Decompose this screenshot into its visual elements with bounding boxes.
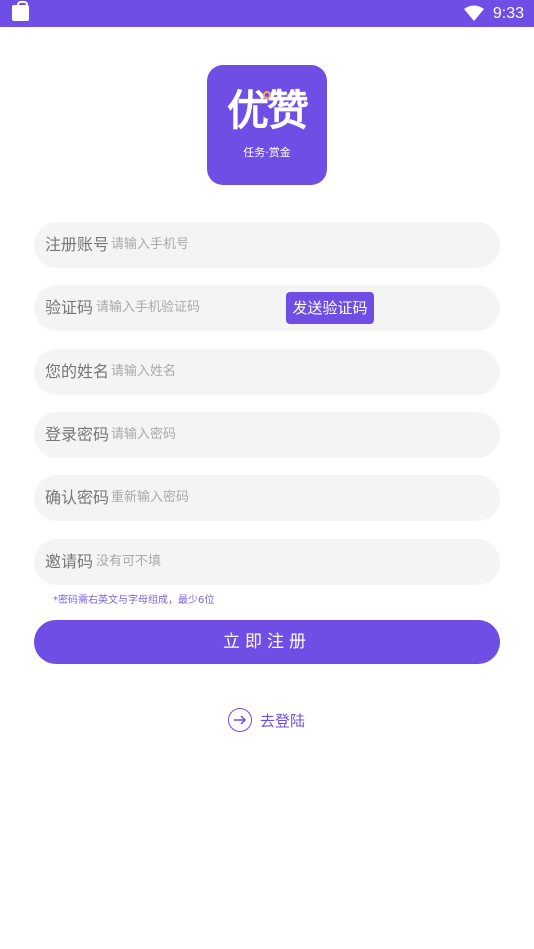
register-button[interactable]: 立即注册 (34, 620, 500, 664)
password-field[interactable]: 登录密码 请输入密码 (34, 412, 500, 458)
send-code-button[interactable]: 发送验证码 (286, 292, 374, 324)
status-bar: 9:33 (0, 0, 534, 27)
logo-tagline: 任务·赏金 (243, 146, 291, 159)
shopping-bag-icon (12, 1, 29, 21)
phone-label: 注册账号 (45, 235, 110, 254)
app-logo: 优赞 任务·赏金 (207, 65, 327, 185)
name-label: 您的姓名 (45, 362, 110, 381)
password-hint: *密码需右英文与字母组成，最少6位 (53, 595, 215, 606)
confirm-password-input[interactable]: 重新输入密码 (111, 475, 189, 521)
confirm-password-label: 确认密码 (45, 488, 110, 507)
logo-dot (263, 91, 271, 99)
password-label: 登录密码 (45, 425, 110, 444)
phone-field[interactable]: 注册账号 请输入手机号 (34, 222, 500, 268)
invite-code-input[interactable]: 没有可不填 (96, 539, 161, 585)
phone-input[interactable]: 请输入手机号 (111, 222, 189, 268)
arrow-right-circle-icon (228, 708, 252, 732)
go-login-label: 去登陆 (260, 711, 306, 730)
verification-code-input[interactable]: 请输入手机验证码 (96, 285, 200, 331)
wifi-icon (464, 5, 484, 21)
confirm-password-field[interactable]: 确认密码 重新输入密码 (34, 475, 500, 521)
go-login-link[interactable]: 去登陆 (228, 707, 305, 733)
name-field[interactable]: 您的姓名 请输入姓名 (34, 349, 500, 395)
password-input[interactable]: 请输入密码 (111, 412, 176, 458)
name-input[interactable]: 请输入姓名 (111, 349, 176, 395)
verification-code-field[interactable]: 验证码 请输入手机验证码 发送验证码 (34, 285, 500, 331)
status-time: 9:33 (492, 5, 524, 22)
invite-code-label: 邀请码 (45, 552, 94, 571)
invite-code-field[interactable]: 邀请码 没有可不填 (34, 539, 500, 585)
verification-code-label: 验证码 (45, 298, 94, 317)
